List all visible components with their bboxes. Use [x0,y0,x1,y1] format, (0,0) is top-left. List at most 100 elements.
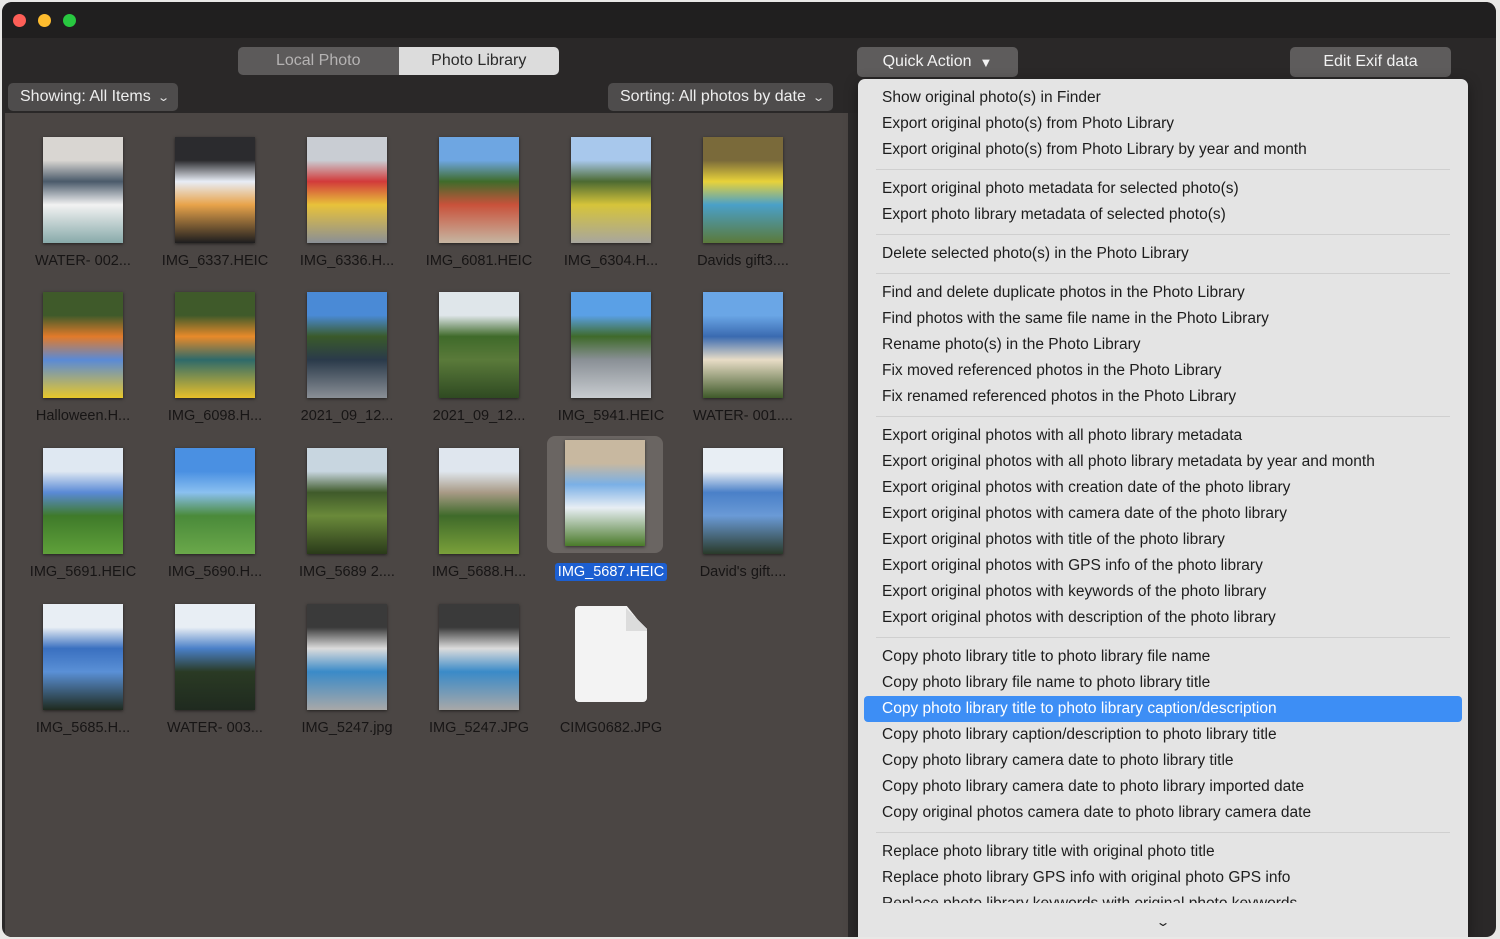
chevron-down-icon: ⌄ [156,91,170,104]
photo-filename-text: IMG_6098.H... [167,408,263,424]
photo-grid-item[interactable]: 2021_09_12... [413,280,545,430]
menu-item[interactable]: Export original photo metadata for selec… [864,176,1462,202]
showing-filter-dropdown[interactable]: Showing: All Items ⌄ [8,83,178,111]
photo-filename-text: IMG_6337.HEIC [161,253,269,269]
photo-grid-item[interactable]: IMG_6081.HEIC [413,125,545,275]
photo-grid-item[interactable]: 2021_09_12... [281,280,413,430]
menu-item[interactable]: Copy photo library camera date to photo … [864,748,1462,774]
photo-grid-item[interactable]: IMG_6337.HEIC [149,125,281,275]
menu-separator [876,637,1450,638]
menu-item[interactable]: Replace photo library title with origina… [864,839,1462,865]
menu-separator [876,169,1450,170]
zoom-window-button[interactable] [63,14,76,27]
photo-grid-item[interactable]: IMG_5687.HEIC [545,436,677,586]
thumbnail-frame [163,444,267,556]
minimize-window-button[interactable] [38,14,51,27]
menu-item[interactable]: Delete selected photo(s) in the Photo Li… [864,241,1462,267]
photo-grid-item[interactable]: IMG_5690.H... [149,436,281,586]
tab-photo-library[interactable]: Photo Library [398,47,559,75]
menu-item[interactable]: Export original photos with keywords of … [864,579,1462,605]
photo-filename-text: IMG_5687.HEIC [554,563,668,581]
photo-filename: IMG_5690.H... [149,564,281,580]
photo-grid-item[interactable]: Halloween.H... [17,280,149,430]
photo-grid-item[interactable]: IMG_6098.H... [149,280,281,430]
menu-item[interactable]: Export original photos with all photo li… [864,449,1462,475]
quick-action-button[interactable]: Quick Action ▼ [857,47,1018,77]
sorting-dropdown[interactable]: Sorting: All photos by date ⌄ [608,83,834,111]
menu-item[interactable]: Copy photo library file name to photo li… [864,670,1462,696]
photo-filename-text: IMG_5247.JPG [429,720,529,736]
menu-item[interactable]: Export original photos with description … [864,605,1462,631]
photo-grid-item[interactable]: CIMG0682.JPG [545,592,677,742]
photo-filename: IMG_5941.HEIC [545,408,677,424]
menu-item[interactable]: Export original photos with creation dat… [864,475,1462,501]
photo-grid-item[interactable]: IMG_5689 2.... [281,436,413,586]
photo-thumbnail [43,137,123,243]
photo-filename: IMG_5247.JPG [413,720,545,736]
photo-filename-text: IMG_5247.jpg [301,720,393,736]
menu-item[interactable]: Show original photo(s) in Finder [864,85,1462,111]
thumbnail-frame [295,600,399,712]
menu-item[interactable]: Rename photo(s) in the Photo Library [864,332,1462,358]
menu-item[interactable]: Find and delete duplicate photos in the … [864,280,1462,306]
menu-item[interactable]: Fix moved referenced photos in the Photo… [864,358,1462,384]
menu-item[interactable]: Export original photo(s) from Photo Libr… [864,111,1462,137]
photo-grid-item[interactable]: IMG_6336.H... [281,125,413,275]
photo-grid-item[interactable]: IMG_5691.HEIC [17,436,149,586]
menu-item[interactable]: Export original photos with all photo li… [864,423,1462,449]
menu-item[interactable]: Copy original photos camera date to phot… [864,800,1462,826]
panel-divider[interactable] [848,113,858,937]
photo-grid-item[interactable]: IMG_5688.H... [413,436,545,586]
photo-grid-item[interactable]: David's gift.... [677,436,809,586]
photo-thumbnail [43,604,123,710]
menu-item[interactable]: Find photos with the same file name in t… [864,306,1462,332]
photo-grid-item[interactable]: IMG_5941.HEIC [545,280,677,430]
photo-thumbnail [703,448,783,554]
photo-grid-item[interactable]: IMG_6304.H... [545,125,677,275]
menu-item[interactable]: Copy photo library caption/description t… [864,722,1462,748]
photo-thumbnail [565,440,645,546]
photo-grid-item[interactable]: WATER- 001.... [677,280,809,430]
photo-filename-text: IMG_6304.H... [563,253,659,269]
photo-filename-text: IMG_5690.H... [167,564,263,580]
close-window-button[interactable] [13,14,26,27]
thumbnail-frame [427,444,531,556]
photo-grid-item[interactable]: IMG_5247.jpg [281,592,413,742]
document-file-icon [575,606,647,702]
photo-thumbnail [307,604,387,710]
thumbnail-frame [163,600,267,712]
photo-filename: WATER- 001.... [677,408,809,424]
photo-thumbnail [703,292,783,398]
photo-filename-text: WATER- 003... [167,720,263,736]
photo-grid-item[interactable]: WATER- 002... [17,125,149,275]
menu-separator [876,234,1450,235]
photo-filename: IMG_5688.H... [413,564,545,580]
menu-item[interactable]: Export original photos with camera date … [864,501,1462,527]
photo-grid-item[interactable]: WATER- 003... [149,592,281,742]
menu-item[interactable]: Export original photo(s) from Photo Libr… [864,137,1462,163]
menu-item[interactable]: Copy photo library title to photo librar… [864,644,1462,670]
menu-item[interactable]: Copy photo library title to photo librar… [864,696,1462,722]
menu-item[interactable]: Copy photo library camera date to photo … [864,774,1462,800]
thumbnail-frame [427,133,531,245]
edit-exif-button[interactable]: Edit Exif data [1290,47,1451,77]
photo-filename-text: Halloween.H... [35,408,131,424]
menu-item[interactable]: Export original photos with GPS info of … [864,553,1462,579]
photo-filename: CIMG0682.JPG [545,720,677,736]
photo-filename: IMG_6098.H... [149,408,281,424]
photo-filename: 2021_09_12... [281,408,413,424]
photo-grid-item[interactable]: Davids gift3.... [677,125,809,275]
photo-filename: IMG_5685.H... [17,720,149,736]
photo-filename-text: CIMG0682.JPG [559,720,663,736]
scroll-down-chevron-icon[interactable]: ⌄ [1155,915,1170,929]
menu-item[interactable]: Export photo library metadata of selecte… [864,202,1462,228]
tab-local-photo[interactable]: Local Photo [238,47,399,75]
menu-item[interactable]: Export original photos with title of the… [864,527,1462,553]
photo-grid-item[interactable]: IMG_5247.JPG [413,592,545,742]
photo-filename: Halloween.H... [17,408,149,424]
menu-item[interactable]: Replace photo library GPS info with orig… [864,865,1462,891]
menu-separator [876,416,1450,417]
photo-grid-item[interactable]: IMG_5685.H... [17,592,149,742]
file-fold-corner [626,606,647,631]
menu-item[interactable]: Fix renamed referenced photos in the Pho… [864,384,1462,410]
